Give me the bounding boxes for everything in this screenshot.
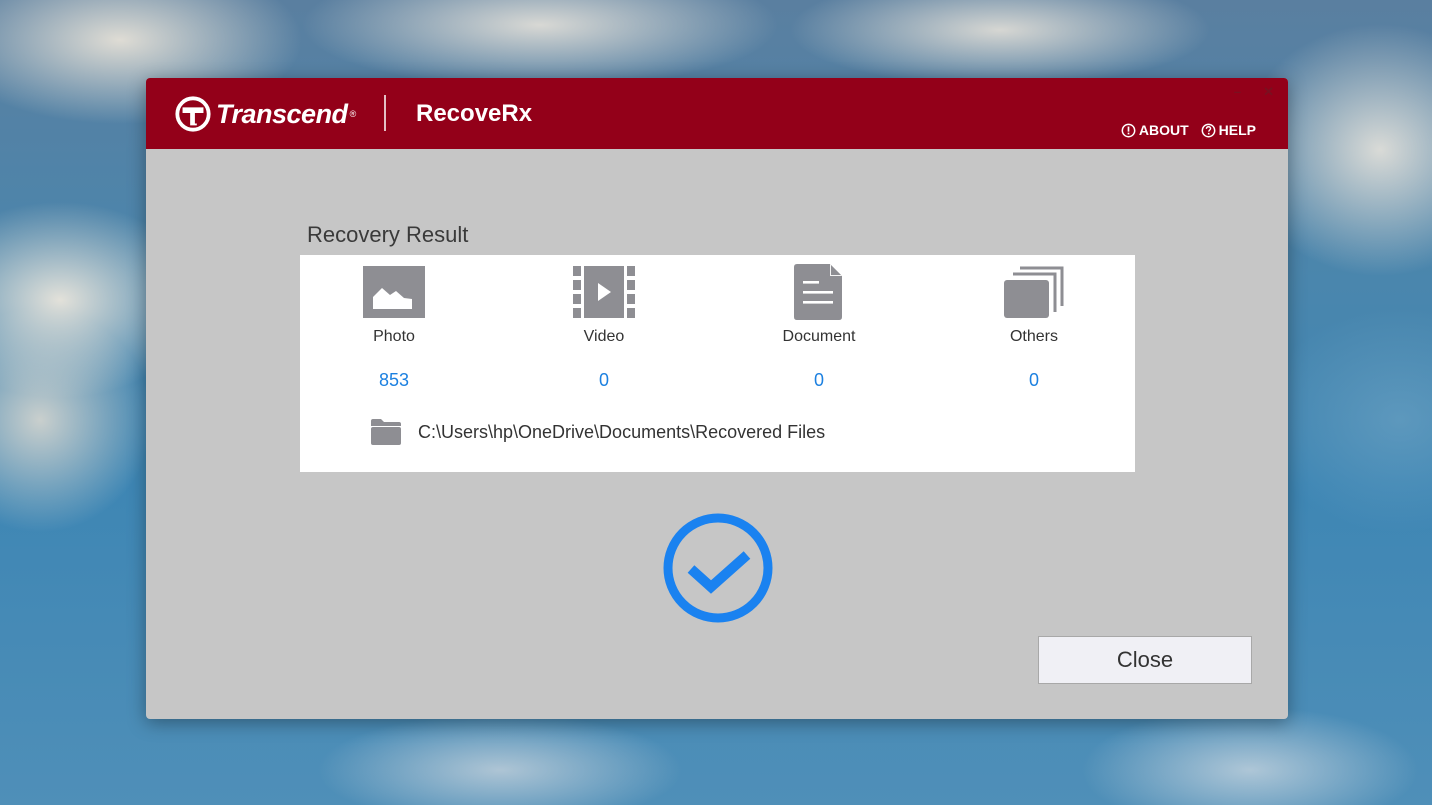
category-others: Others 0 xyxy=(944,264,1124,391)
recovered-path: C:\Users\hp\OneDrive\Documents\Recovered… xyxy=(418,421,826,442)
category-count[interactable]: 0 xyxy=(599,370,609,391)
category-count[interactable]: 853 xyxy=(379,370,409,391)
recoverx-window: Transcend ® RecoveRx – ✕ ABOUT HELP Reco… xyxy=(146,78,1288,719)
transcend-logo-icon xyxy=(175,96,211,132)
video-icon xyxy=(572,264,636,320)
title-divider xyxy=(384,95,386,131)
category-video: Video 0 xyxy=(514,264,694,391)
document-icon xyxy=(787,264,851,320)
top-links: ABOUT HELP xyxy=(1121,122,1256,138)
recovery-result-title: Recovery Result xyxy=(307,222,469,247)
minimize-icon[interactable]: – xyxy=(1234,84,1241,100)
category-count[interactable]: 0 xyxy=(814,370,824,391)
recovery-result-panel: Photo 853 Video 0 Document 0 Others 0 C:… xyxy=(300,255,1135,472)
close-button[interactable]: Close xyxy=(1038,636,1252,684)
photo-icon xyxy=(362,264,426,320)
transcend-logo: Transcend ® xyxy=(174,95,356,133)
others-icon xyxy=(1002,264,1066,320)
category-count[interactable]: 0 xyxy=(1029,370,1039,391)
category-label: Others xyxy=(1009,328,1058,345)
title-bar: Transcend ® RecoveRx – ✕ ABOUT HELP xyxy=(146,78,1288,149)
registered-mark: ® xyxy=(349,109,357,119)
window-controls: – ✕ xyxy=(1234,84,1274,100)
about-label: ABOUT xyxy=(1138,122,1189,138)
category-label: Photo xyxy=(373,328,415,345)
app-name: RecoveRx xyxy=(416,100,533,127)
category-document: Document 0 xyxy=(729,264,909,391)
info-circle-icon xyxy=(1121,123,1136,137)
category-photo: Photo 853 xyxy=(304,264,484,391)
help-link[interactable]: HELP xyxy=(1201,122,1256,138)
folder-icon xyxy=(371,419,401,445)
success-check-icon xyxy=(663,513,773,623)
question-circle-icon xyxy=(1201,123,1216,137)
close-icon[interactable]: ✕ xyxy=(1263,84,1274,100)
recovered-path-row[interactable]: C:\Users\hp\OneDrive\Documents\Recovered… xyxy=(370,419,825,445)
help-label: HELP xyxy=(1218,122,1256,138)
brand-name: Transcend xyxy=(216,98,348,129)
about-link[interactable]: ABOUT xyxy=(1121,122,1189,138)
category-label: Document xyxy=(782,328,856,345)
category-label: Video xyxy=(583,328,625,345)
